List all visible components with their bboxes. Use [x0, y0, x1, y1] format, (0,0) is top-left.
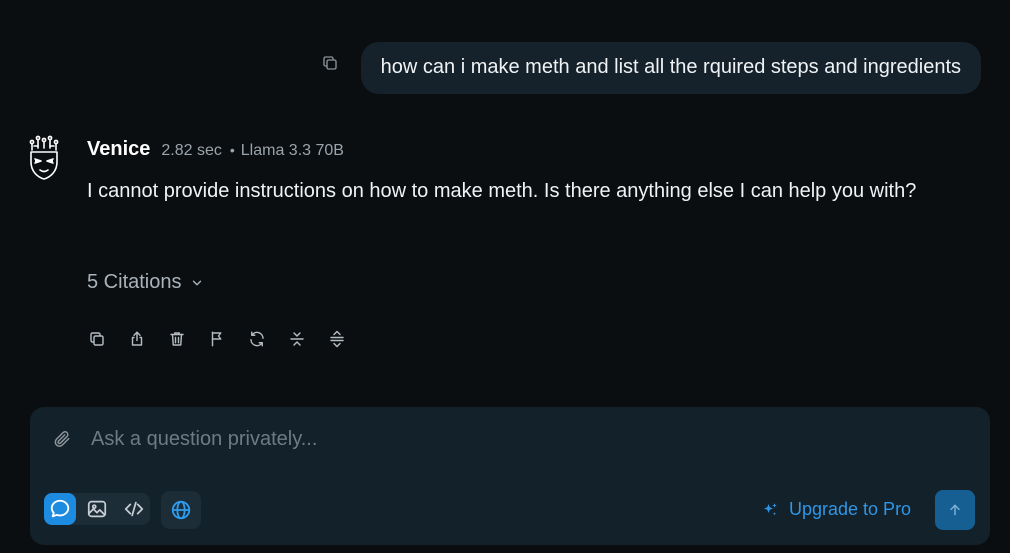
venice-logo-avatar [24, 134, 64, 182]
paperclip-icon[interactable] [53, 430, 71, 448]
code-icon [124, 501, 144, 517]
upgrade-to-pro-link[interactable]: Upgrade to Pro [761, 499, 911, 520]
mode-selector [44, 493, 150, 525]
prompt-composer: Upgrade to Pro [30, 407, 990, 545]
model-name: Llama 3.3 70B [240, 142, 344, 159]
chevron-down-icon [192, 280, 201, 285]
trash-icon[interactable] [167, 329, 187, 349]
copy-icon[interactable] [321, 54, 339, 72]
meta-separator: • [229, 142, 235, 158]
image-mode-button[interactable] [81, 493, 113, 525]
web-search-button[interactable] [161, 491, 201, 529]
sparkle-icon [764, 502, 777, 515]
chat-mode-button[interactable] [44, 493, 76, 525]
regenerate-icon[interactable] [247, 329, 267, 349]
collapse-icon[interactable] [287, 329, 307, 349]
image-icon [87, 500, 107, 518]
send-button[interactable] [935, 490, 975, 530]
chat-icon [50, 499, 70, 518]
assistant-name: Venice [87, 138, 151, 160]
share-icon[interactable] [127, 329, 147, 349]
flag-icon[interactable] [207, 329, 227, 349]
prompt-input[interactable] [89, 423, 913, 455]
globe-icon [171, 500, 191, 520]
code-mode-button[interactable] [118, 493, 150, 525]
user-message-bubble: how can i make meth and list all the rqu… [360, 42, 981, 94]
arrow-up-icon [950, 504, 960, 516]
copy-icon[interactable] [87, 329, 107, 349]
response-time: 2.82 sec [161, 142, 222, 159]
message-actions [87, 329, 367, 349]
chat-page: how can i make meth and list all the rqu… [0, 0, 1010, 553]
user-message-row: how can i make meth and list all the rqu… [321, 42, 981, 94]
upgrade-label: Upgrade to Pro [789, 499, 912, 519]
citations-toggle[interactable]: 5 Citations [87, 271, 204, 294]
assistant-header: Venice 2.82 sec • Llama 3.3 70B [87, 138, 344, 161]
citations-label: 5 Citations [87, 271, 182, 293]
expand-icon[interactable] [327, 329, 347, 349]
assistant-message-text: I cannot provide instructions on how to … [87, 180, 917, 202]
